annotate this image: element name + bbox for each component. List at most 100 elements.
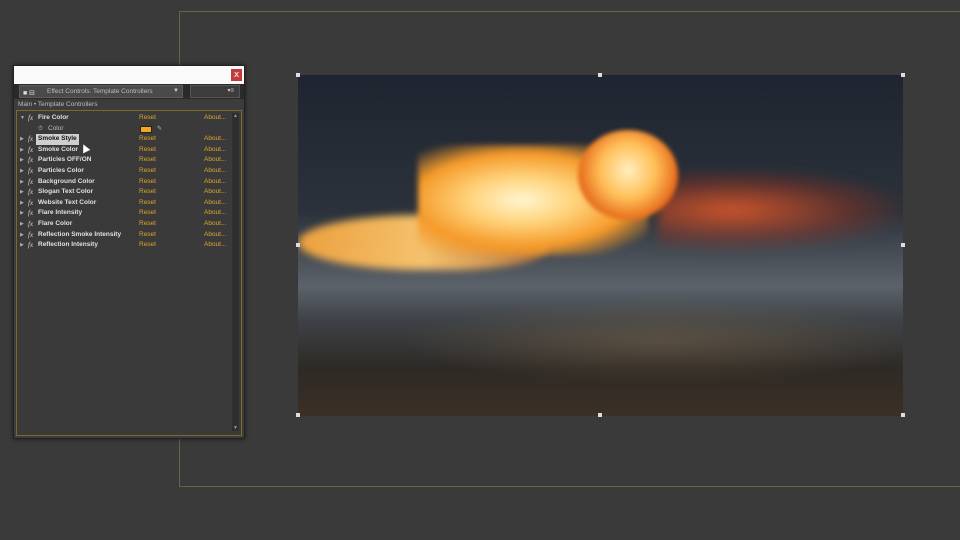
scrollbar[interactable]: ▲ ▼ xyxy=(232,113,239,431)
expand-arrow-icon[interactable]: ▶ xyxy=(20,219,24,230)
transform-handle[interactable] xyxy=(598,413,602,417)
about-link[interactable]: About... xyxy=(204,166,226,177)
transform-handle[interactable] xyxy=(901,413,905,417)
about-link[interactable]: About... xyxy=(204,187,226,198)
effect-row-fire-color[interactable]: ▼ fx Fire Color Reset About... xyxy=(17,113,231,124)
expand-arrow-icon[interactable]: ▶ xyxy=(20,198,24,209)
expand-arrow-icon[interactable]: ▶ xyxy=(20,240,24,251)
fx-icon[interactable]: fx xyxy=(28,177,33,188)
reset-link[interactable]: Reset xyxy=(139,113,156,124)
transform-handle[interactable] xyxy=(296,413,300,417)
reset-link[interactable]: Reset xyxy=(139,219,156,230)
about-link[interactable]: About... xyxy=(204,145,226,156)
fx-icon[interactable]: fx xyxy=(28,240,33,251)
effect-row-slogan-text-color[interactable]: ▶ fx Slogan Text Color Reset About... xyxy=(17,187,231,198)
effect-name: Reflection Smoke Intensity xyxy=(38,230,122,238)
fx-icon[interactable]: fx xyxy=(28,230,33,241)
stopwatch-icon[interactable]: ⏱ xyxy=(38,124,43,135)
effects-list: ▼ fx Fire Color Reset About... ⏱ Color ✎… xyxy=(16,110,242,436)
tab-dropdown-icon[interactable]: ▼ xyxy=(173,86,179,97)
fire-head-visual xyxy=(578,130,678,220)
reset-link[interactable]: Reset xyxy=(139,208,156,219)
fx-icon[interactable]: fx xyxy=(28,134,33,145)
about-link[interactable]: About... xyxy=(204,198,226,209)
expand-arrow-icon[interactable]: ▶ xyxy=(20,134,24,145)
expand-arrow-icon[interactable]: ▶ xyxy=(20,208,24,219)
about-link[interactable]: About... xyxy=(204,240,226,251)
fx-icon[interactable]: fx xyxy=(28,198,33,209)
expand-arrow-icon[interactable]: ▶ xyxy=(20,155,24,166)
reset-link[interactable]: Reset xyxy=(139,177,156,188)
eyedropper-icon[interactable]: ✎ xyxy=(157,124,162,135)
breadcrumb: Main • Template Controllers xyxy=(18,101,98,108)
about-link[interactable]: About... xyxy=(204,177,226,188)
effect-name: Background Color xyxy=(38,177,95,185)
reset-link[interactable]: Reset xyxy=(139,198,156,209)
panel-lock-icon[interactable]: ■ ⊟ xyxy=(23,88,35,99)
reset-link[interactable]: Reset xyxy=(139,134,156,145)
scroll-down-arrow-icon[interactable]: ▼ xyxy=(232,425,239,431)
about-link[interactable]: About... xyxy=(204,219,226,230)
about-link[interactable]: About... xyxy=(204,134,226,145)
about-link[interactable]: About... xyxy=(204,155,226,166)
effect-row-background-color[interactable]: ▶ fx Background Color Reset About... xyxy=(17,177,231,188)
expand-arrow-icon[interactable]: ▶ xyxy=(20,177,24,188)
fx-icon[interactable]: fx xyxy=(28,187,33,198)
expand-arrow-icon[interactable]: ▶ xyxy=(20,187,24,198)
effect-controls-panel: x ■ ⊟ Effect Controls: Template Controll… xyxy=(13,65,245,439)
expand-arrow-icon[interactable]: ▼ xyxy=(20,113,25,124)
panel-titlebar[interactable]: x xyxy=(14,66,244,84)
about-link[interactable]: About... xyxy=(204,113,226,124)
fx-icon[interactable]: fx xyxy=(28,166,33,177)
about-link[interactable]: About... xyxy=(204,208,226,219)
panel-menu-button[interactable]: ▾≡ xyxy=(190,85,240,98)
expand-arrow-icon[interactable]: ▶ xyxy=(20,166,24,177)
effect-row-reflection-smoke-intensity[interactable]: ▶ fx Reflection Smoke Intensity Reset Ab… xyxy=(17,230,231,241)
panel-menu-icon: ▾≡ xyxy=(227,88,234,94)
tab-effect-controls[interactable]: ■ ⊟ Effect Controls: Template Controller… xyxy=(19,85,183,98)
transform-handle[interactable] xyxy=(901,243,905,247)
fx-icon[interactable]: fx xyxy=(28,208,33,219)
property-name: Color xyxy=(48,124,64,132)
effect-row-website-text-color[interactable]: ▶ fx Website Text Color Reset About... xyxy=(17,198,231,209)
red-smoke-visual xyxy=(658,170,903,250)
effect-name: Particles Color xyxy=(38,167,84,174)
effect-name: Website Text Color xyxy=(38,198,97,206)
expand-arrow-icon[interactable]: ▶ xyxy=(20,230,24,241)
effect-row-flare-color[interactable]: ▶ fx Flare Color Reset About... xyxy=(17,219,231,230)
reset-link[interactable]: Reset xyxy=(139,240,156,251)
about-link[interactable]: About... xyxy=(204,230,226,241)
effect-name: Flare Intensity xyxy=(38,209,83,217)
composition-viewer[interactable] xyxy=(298,75,903,416)
effect-name: Slogan Text Color xyxy=(38,188,94,196)
fx-icon[interactable]: fx xyxy=(28,155,33,166)
effect-name: Fire Color xyxy=(38,114,69,121)
transform-handle[interactable] xyxy=(296,73,300,77)
transform-handle[interactable] xyxy=(598,73,602,77)
property-row-color: ⏱ Color ✎ xyxy=(17,124,231,135)
expand-arrow-icon[interactable]: ▶ xyxy=(20,145,24,156)
fx-icon[interactable]: fx xyxy=(28,113,33,124)
effect-row-particles-color[interactable]: ▶ fx Particles Color Reset About... xyxy=(17,166,231,177)
close-button[interactable]: x xyxy=(231,69,242,81)
effect-row-smoke-style[interactable]: ▶ fx Smoke Style Reset About... xyxy=(17,134,231,145)
fx-icon[interactable]: fx xyxy=(28,145,33,156)
scroll-up-arrow-icon[interactable]: ▲ xyxy=(232,113,239,119)
reset-link[interactable]: Reset xyxy=(139,145,156,156)
reset-link[interactable]: Reset xyxy=(139,155,156,166)
effect-name: Reflection Intensity xyxy=(38,241,98,249)
fx-icon[interactable]: fx xyxy=(28,219,33,230)
reset-link[interactable]: Reset xyxy=(139,166,156,177)
color-swatch[interactable] xyxy=(140,125,152,133)
effect-name: Smoke Color xyxy=(38,145,79,153)
reset-link[interactable]: Reset xyxy=(139,230,156,241)
transform-handle[interactable] xyxy=(901,73,905,77)
effect-row-flare-intensity[interactable]: ▶ fx Flare Intensity Reset About... xyxy=(17,208,231,219)
panel-tabbar: ■ ⊟ Effect Controls: Template Controller… xyxy=(14,84,244,99)
reset-link[interactable]: Reset xyxy=(139,187,156,198)
effect-row-smoke-color[interactable]: ▶ fx Smoke Color Reset About... xyxy=(17,145,231,156)
effect-row-reflection-intensity[interactable]: ▶ fx Reflection Intensity Reset About... xyxy=(17,240,231,251)
effect-name: Flare Color xyxy=(38,220,73,227)
transform-handle[interactable] xyxy=(296,243,300,247)
effect-row-particles-off-on[interactable]: ▶ fx Particles OFF/ON Reset About... xyxy=(17,155,231,166)
